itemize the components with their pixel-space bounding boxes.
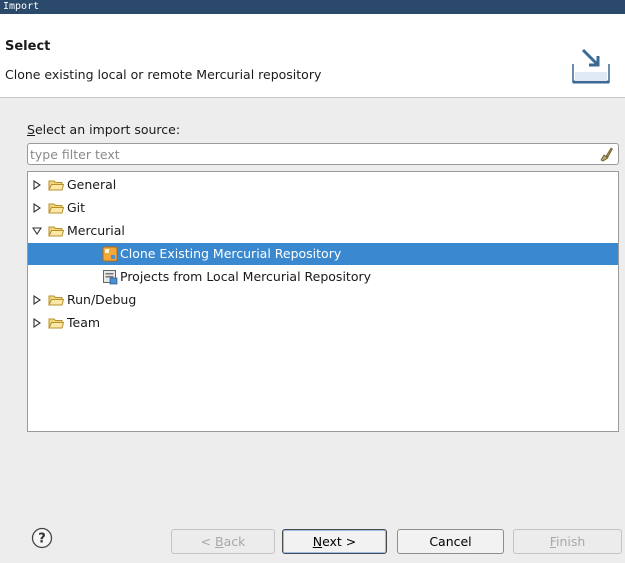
tree-item-label: General — [67, 177, 117, 192]
import-source-tree[interactable]: General Git Mercurial Clone Existing Mercur… — [27, 171, 619, 432]
mnemonic-s: S — [27, 122, 35, 137]
clear-filter-icon[interactable] — [598, 146, 614, 162]
mercurial-clone-icon — [102, 246, 118, 262]
collapsed-triangle-icon[interactable] — [32, 203, 42, 213]
cancel-button[interactable]: Cancel — [397, 529, 504, 554]
window-title: Import — [0, 0, 625, 14]
finish-button[interactable]: Finish — [513, 529, 622, 554]
wizard-banner: Select Clone existing local or remote Me… — [0, 14, 625, 98]
help-icon[interactable]: ? — [31, 527, 53, 549]
filter-box — [27, 143, 619, 165]
tree-item-team[interactable]: Team — [28, 312, 618, 334]
collapsed-triangle-icon[interactable] — [32, 180, 42, 190]
svg-text:?: ? — [38, 532, 46, 547]
folder-icon — [48, 180, 64, 191]
page-title: Select — [5, 39, 51, 54]
tree-item-run-debug[interactable]: Run/Debug — [28, 289, 618, 311]
tree-item-mercurial[interactable]: Mercurial — [28, 220, 618, 242]
tree-item-clone-existing-mercurial-repository[interactable]: Clone Existing Mercurial Repository — [28, 243, 618, 265]
tree-item-projects-from-local-mercurial-repository[interactable]: Projects from Local Mercurial Repository — [28, 266, 618, 288]
tree-item-label: Clone Existing Mercurial Repository — [120, 246, 342, 261]
collapsed-triangle-icon[interactable] — [32, 318, 42, 328]
mercurial-project-icon — [103, 270, 118, 285]
expanded-triangle-icon[interactable] — [32, 226, 42, 236]
import-source-label-text: elect an import source: — [34, 122, 181, 137]
filter-input[interactable] — [30, 145, 590, 163]
folder-icon — [48, 318, 64, 329]
import-wizard-icon — [572, 48, 610, 84]
back-button[interactable]: < Back — [171, 529, 275, 554]
import-source-label: Select an import source: — [27, 122, 180, 137]
folder-icon — [48, 226, 64, 237]
tree-item-label: Run/Debug — [67, 292, 137, 307]
tree-item-git[interactable]: Git — [28, 197, 618, 219]
tree-item-general[interactable]: General — [28, 174, 618, 196]
page-description: Clone existing local or remote Mercurial… — [5, 67, 322, 82]
collapsed-triangle-icon[interactable] — [32, 295, 42, 305]
folder-icon — [48, 295, 64, 306]
next-button[interactable]: Next > — [282, 529, 387, 554]
tree-item-label: Projects from Local Mercurial Repository — [120, 269, 372, 284]
tree-item-label: Team — [67, 315, 101, 330]
tree-item-label: Git — [67, 200, 86, 215]
tree-item-label: Mercurial — [67, 223, 125, 238]
folder-icon — [48, 203, 64, 214]
